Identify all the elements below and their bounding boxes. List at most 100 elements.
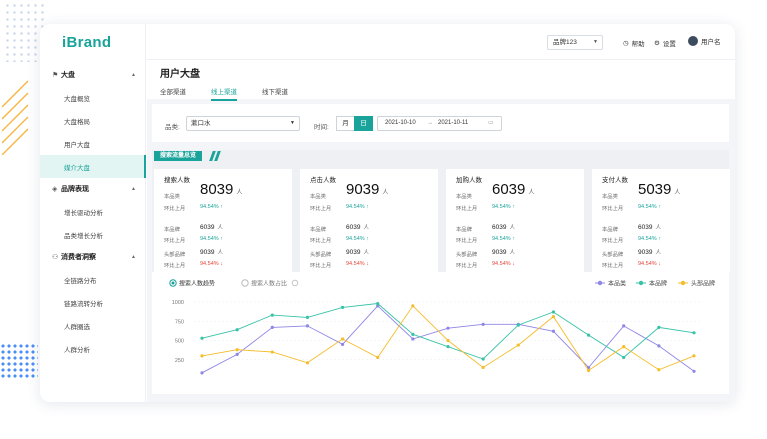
kpi-mom-percent: 94.54%	[200, 204, 219, 210]
series-point	[516, 323, 520, 327]
series-point	[270, 313, 274, 317]
sidebar-item-category-growth[interactable]: 品类增长分析	[40, 223, 146, 246]
kpi-row-value: 9039 人	[492, 248, 515, 256]
kpi-mom-label: 环比上月	[310, 263, 332, 269]
sidebar-item-user-dashboard[interactable]: 用户大盘	[40, 132, 146, 155]
user-menu[interactable]: 用户名	[688, 36, 721, 46]
series-point	[340, 305, 345, 309]
series-point	[657, 344, 661, 348]
settings-button[interactable]: ⚙ 设置	[654, 38, 676, 48]
kpi-row-label: 头部品牌	[164, 252, 186, 258]
kpi-main-label: 本品类	[602, 194, 618, 200]
series-point	[340, 337, 345, 341]
arrow-up-icon: ↑	[512, 236, 515, 242]
kpi-mom-percent: 94.54%	[346, 261, 365, 267]
kpi-row-number: 6039	[638, 224, 653, 231]
kpi-unit: 人	[528, 190, 535, 196]
period-month-button[interactable]: 月	[336, 116, 355, 131]
kpi-mom-value: 94.54% ↓	[200, 261, 223, 267]
clock-icon: ◷	[623, 40, 629, 47]
main-content: 用户大盘 全部渠道 线上渠道 线下渠道 品类: 漱口水 ▼ 时间: 月 日 20…	[147, 60, 735, 402]
kpi-mom-label: 环比上月	[310, 238, 332, 244]
brand-select[interactable]: 品牌123 ▼	[547, 35, 603, 50]
kpi-unit: 人	[509, 250, 515, 256]
kpi-mom-label: 环比上月	[602, 238, 624, 244]
sidebar-group-label: 大盘	[61, 72, 75, 79]
kpi-unit: 人	[382, 190, 389, 196]
tab-online-channels[interactable]: 线上渠道	[211, 86, 237, 101]
tab-all-channels[interactable]: 全部渠道	[160, 86, 186, 101]
kpi-mom-value: 94.54% ↓	[346, 261, 369, 267]
sidebar-group-brand[interactable]: ◈ 品牌表现 ▲	[40, 178, 146, 200]
kpi-unit: 人	[655, 250, 661, 256]
radio-share[interactable]	[241, 279, 249, 287]
sidebar-item-overview[interactable]: 大盘概览	[40, 86, 146, 109]
flag-icon: ⚑	[52, 72, 59, 79]
kpi-card-cart: 加购人数 本品类 6039 人 环比上月 94.54% ↑ 本品牌 6039 人 环…	[446, 169, 584, 272]
brand-logo: iBrand	[62, 34, 112, 51]
sidebar-item-media-dashboard[interactable]: 媒介大盘	[40, 155, 146, 178]
series-point	[270, 350, 274, 354]
kpi-mom-label: 环比上月	[310, 206, 332, 212]
radio-trend-label: 搜索人数趋势	[179, 280, 215, 288]
series-point	[340, 342, 345, 346]
series-point	[622, 355, 626, 360]
kpi-row-label: 头部品牌	[310, 252, 332, 258]
tab-offline-channels[interactable]: 线下渠道	[262, 86, 288, 101]
kpi-unit: 人	[509, 225, 515, 231]
sidebar-item-growth-driver[interactable]: 增长驱动分析	[40, 200, 146, 223]
legend-marker	[680, 280, 686, 286]
kpi-mom-label: 环比上月	[456, 263, 478, 269]
kpi-mom-percent: 94.54%	[638, 236, 657, 242]
series-point	[235, 348, 239, 352]
kpi-row-number: 6039	[346, 224, 361, 231]
help-button[interactable]: ◷ 帮助	[623, 38, 645, 48]
category-value: 漱口水	[191, 120, 211, 127]
arrow-up-icon: ↑	[366, 236, 369, 242]
kpi-row-value: 9039 人	[638, 248, 661, 256]
sidebar-item-full-link[interactable]: 全链路分布	[40, 268, 146, 291]
sidebar-group-consumer[interactable]: ⚇ 消费者洞察 ▲	[40, 246, 146, 268]
kpi-row-value: 6039 人	[638, 223, 661, 231]
sidebar-item-crowd-analysis[interactable]: 人群分析	[40, 337, 146, 360]
series-point	[481, 365, 485, 370]
kpi-mom-label: 环比上月	[456, 238, 478, 244]
series-point	[411, 304, 415, 308]
date-end: 2021-10-11	[438, 120, 469, 126]
date-range-picker[interactable]: 2021-10-10 → 2021-10-11 ▭	[377, 116, 502, 131]
series-point	[692, 331, 696, 335]
kpi-row-number: 6039	[492, 224, 507, 231]
y-tick-label: 750	[175, 319, 184, 325]
screenshot-stage: iBrand ⚑ 大盘 ▲ 大盘概览 大盘格局 用户大盘 媒介大盘 ◈ 品牌表现…	[0, 0, 767, 439]
kpi-row-number: 9039	[492, 249, 507, 256]
kpi-mom-percent: 94.54%	[638, 261, 657, 267]
sidebar-item-link-flow[interactable]: 链路流转分析	[40, 291, 146, 314]
kpi-mom-value: 94.54% ↑	[638, 236, 661, 242]
kpi-mom-label: 环比上月	[164, 206, 186, 212]
decorative-dots-bottom	[0, 343, 38, 378]
kpi-row-label: 本品牌	[602, 227, 618, 233]
kpi-mom-value: 94.54% ↑	[200, 236, 223, 242]
series-point	[551, 310, 556, 314]
series-point	[622, 345, 626, 349]
kpi-mom-percent: 94.54%	[492, 261, 511, 267]
sidebar-group-label: 品牌表现	[61, 186, 89, 193]
category-select[interactable]: 漱口水 ▼	[186, 116, 300, 131]
sidebar-group-overview[interactable]: ⚑ 大盘 ▲	[40, 64, 146, 86]
period-day-button[interactable]: 日	[354, 116, 373, 131]
arrow-up-icon: ↑	[220, 236, 223, 242]
y-tick-label: 500	[175, 339, 184, 345]
arrow-up-icon: ↑	[658, 204, 661, 210]
filter-bar: 品类: 漱口水 ▼ 时间: 月 日 2021-10-10 → 2021-10-1…	[152, 104, 729, 142]
series-point	[586, 368, 591, 373]
sidebar: iBrand ⚑ 大盘 ▲ 大盘概览 大盘格局 用户大盘 媒介大盘 ◈ 品牌表现…	[40, 24, 146, 402]
date-start: 2021-10-10	[385, 120, 416, 126]
y-tick-label: 1000	[172, 300, 184, 306]
help-label: 帮助	[631, 41, 645, 48]
series-point	[516, 343, 520, 347]
kpi-unit: 人	[236, 190, 243, 196]
kpi-mom-value: 94.54% ↑	[200, 204, 223, 210]
sidebar-item-crowd-select[interactable]: 人群圈选	[40, 314, 146, 337]
username: 用户名	[701, 39, 721, 46]
sidebar-item-landscape[interactable]: 大盘格局	[40, 109, 146, 132]
